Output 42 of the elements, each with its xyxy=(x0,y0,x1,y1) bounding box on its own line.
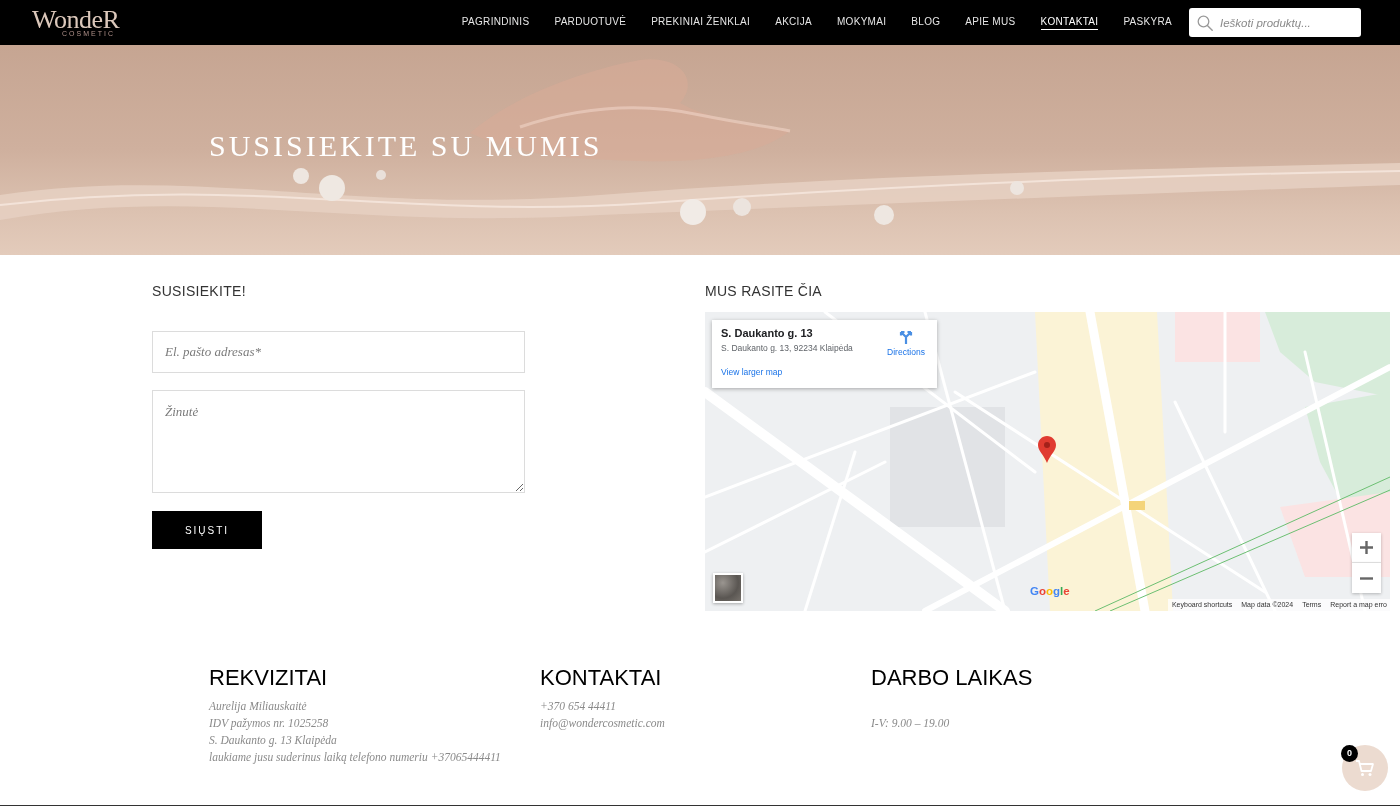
footer-heading: DARBO LAIKAS xyxy=(871,664,1033,692)
footer-text: info@wondercosmetic.com xyxy=(540,716,665,732)
plus-icon xyxy=(1360,541,1373,554)
directions-icon xyxy=(899,329,913,344)
nav-link[interactable]: MOKYMAI xyxy=(836,15,887,30)
cart-count-badge: 0 xyxy=(1341,745,1358,762)
section-heading: SUSISIEKITE! xyxy=(152,282,246,300)
footer-text: laukiame jusu suderinus laiką telefono numeriu +37065444411 xyxy=(209,750,501,766)
email-field[interactable]: El. pašto adresas* xyxy=(152,331,525,373)
footer-text: +370 654 44411 xyxy=(540,699,616,714)
page-title: SUSISIEKITE SU MUMIS xyxy=(209,128,603,164)
message-field[interactable]: Žinutė xyxy=(152,390,525,493)
nav-link[interactable]: PAGRINDINIS xyxy=(461,15,530,30)
footer-heading: KONTAKTAI xyxy=(540,664,662,692)
directions-link[interactable]: Directions xyxy=(884,329,928,358)
map-pin-icon[interactable] xyxy=(1038,436,1056,463)
nav-link[interactable]: APIE MUS xyxy=(965,15,1016,30)
minus-icon xyxy=(1360,576,1373,580)
footer-text: IDV pažymos nr. 1025258 xyxy=(209,716,329,732)
footer-text: S. Daukanto g. 13 Klaipėda xyxy=(209,733,337,749)
place-address: S. Daukanto g. 13, 92234 Klaipėda xyxy=(721,343,853,354)
cart-icon xyxy=(1355,759,1375,777)
nav-link[interactable]: PARDUOTUVĖ xyxy=(554,15,627,30)
view-larger-map-link[interactable]: View larger map xyxy=(721,367,783,378)
section-heading: MUS RASITE ČIA xyxy=(705,282,822,300)
footer-text: Aurelija Miliauskaitė xyxy=(209,699,307,715)
nav-link[interactable]: KONTAKTAI xyxy=(1040,15,1099,30)
cart-button[interactable] xyxy=(1342,745,1388,791)
place-title: S. Daukanto g. 13 xyxy=(721,327,813,340)
nav-link[interactable]: PASKYRA xyxy=(1123,15,1172,30)
nav-link[interactable]: PREKINIAI ŽENKLAI xyxy=(651,15,751,30)
satellite-view-button[interactable] xyxy=(713,573,743,603)
zoom-out-button[interactable] xyxy=(1352,563,1381,593)
footer-text: I-V: 9.00 – 19.00 xyxy=(871,716,950,731)
nav-link[interactable]: AKCIJA xyxy=(775,15,812,30)
nav-link[interactable]: BLOG xyxy=(911,15,941,30)
footer-heading: REKVIZITAI xyxy=(209,664,328,692)
search-icon xyxy=(1197,15,1213,31)
map-provider-logo: Google xyxy=(1030,584,1070,598)
search-field[interactable]: Ieškoti produktų... xyxy=(1189,8,1361,37)
submit-button[interactable]: SIŲSTI xyxy=(152,511,262,549)
zoom-in-button[interactable] xyxy=(1352,533,1381,563)
